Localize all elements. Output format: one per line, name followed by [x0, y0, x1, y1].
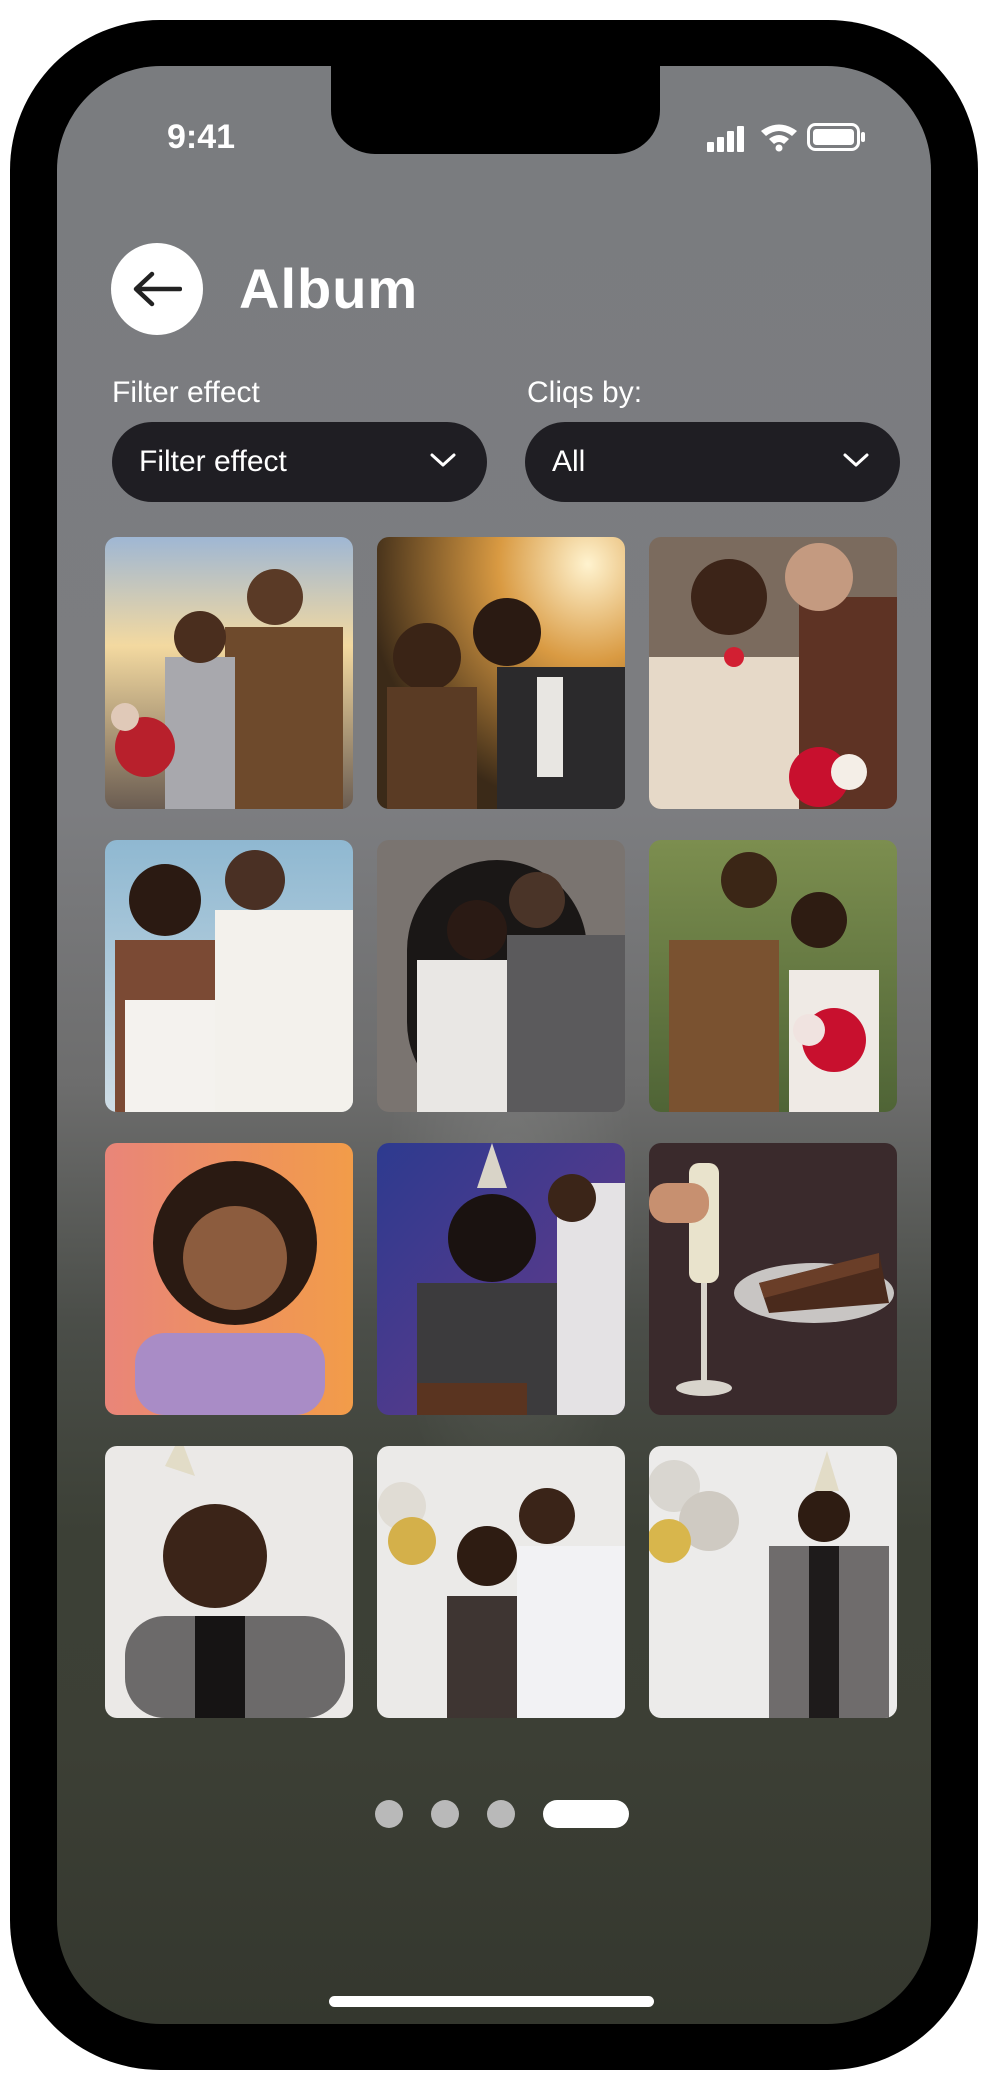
album-photo[interactable]: [105, 1143, 353, 1415]
chevron-down-icon: [843, 453, 869, 467]
status-icons: [707, 122, 877, 152]
home-indicator: [329, 1996, 654, 2007]
album-photo[interactable]: [649, 537, 897, 809]
filter-effect-dropdown[interactable]: Filter effect: [112, 422, 487, 502]
page-dot-3[interactable]: [487, 1800, 515, 1828]
battery-icon: [807, 123, 865, 151]
status-time: 9:41: [167, 118, 236, 156]
album-photo[interactable]: [649, 1446, 897, 1718]
album-photo[interactable]: [105, 840, 353, 1112]
cliqs-by-dropdown[interactable]: All: [525, 422, 900, 502]
filter-effect-value: Filter effect: [139, 445, 287, 478]
album-photo[interactable]: [649, 1143, 897, 1415]
back-button[interactable]: [111, 243, 203, 335]
page-dot-1[interactable]: [375, 1800, 403, 1828]
album-photo[interactable]: [377, 1446, 625, 1718]
wifi-icon: [761, 124, 797, 152]
album-photo[interactable]: [649, 840, 897, 1112]
album-photo[interactable]: [377, 840, 625, 1112]
app-screen: 9:41 Album Filter effect Filter effect C…: [57, 66, 931, 2024]
page-dot-4-active[interactable]: [543, 1800, 629, 1828]
cellular-signal-icon: [707, 122, 747, 152]
arrow-left-icon: [133, 271, 182, 307]
phone-frame: 9:41 Album Filter effect Filter effect C…: [10, 20, 978, 2070]
filter-effect-label: Filter effect: [112, 376, 260, 409]
album-photo[interactable]: [377, 1143, 625, 1415]
cliqs-by-label: Cliqs by:: [527, 376, 643, 409]
album-photo[interactable]: [105, 537, 353, 809]
page-title: Album: [239, 257, 419, 320]
cliqs-by-value: All: [552, 445, 586, 478]
album-photo[interactable]: [377, 537, 625, 809]
chevron-down-icon: [430, 453, 456, 467]
device-notch: [331, 66, 660, 154]
album-photo[interactable]: [105, 1446, 353, 1718]
page-dot-2[interactable]: [431, 1800, 459, 1828]
